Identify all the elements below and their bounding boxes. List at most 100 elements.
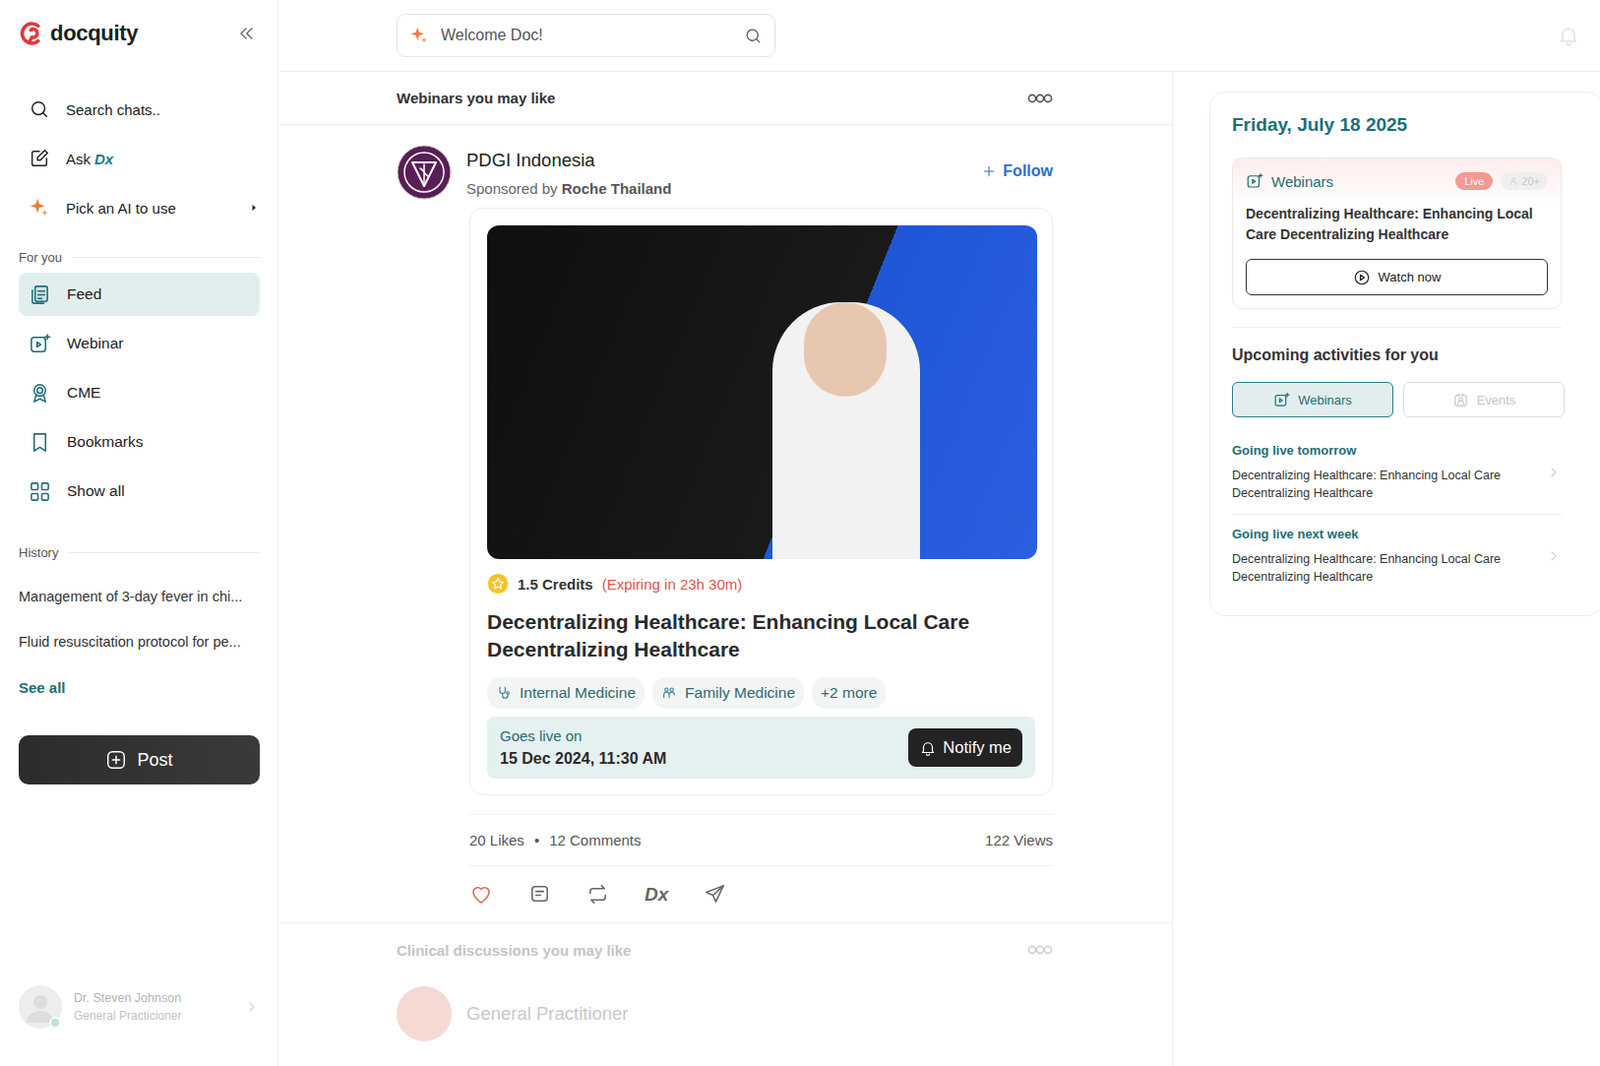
credit-star-icon — [487, 572, 509, 595]
live-webinar-title[interactable]: Decentralizing Healthcare: Enhancing Loc… — [1245, 203, 1548, 246]
specialty-tag[interactable]: Internal Medicine — [487, 676, 645, 709]
pdgi-avatar-icon — [396, 144, 452, 200]
upcoming-item-text: Going live tomorrowDecentralizing Health… — [1231, 442, 1546, 502]
attendee-count: 20+ — [1521, 175, 1540, 187]
ask-dx-action-button[interactable]: Dx — [644, 883, 669, 906]
history-item[interactable]: Management of 3-day fever in chi... — [18, 574, 260, 618]
sparkle-icon — [409, 25, 430, 46]
search-chats-button[interactable]: Search chats.. — [18, 84, 260, 134]
author-name[interactable]: General Practitioner — [466, 1002, 629, 1025]
notify-label: Notify me — [942, 738, 1012, 757]
upcoming-when: Going live next week — [1231, 526, 1546, 542]
divider-line — [67, 552, 260, 554]
sponsor-name: Roche Thailand — [561, 180, 673, 197]
tag-label: +2 more — [820, 683, 877, 702]
sidebar-item-label: Bookmarks — [66, 432, 144, 451]
pick-ai-button[interactable]: Pick an AI to use — [18, 183, 260, 233]
send-icon — [703, 882, 727, 906]
share-button[interactable] — [703, 882, 727, 906]
goes-live-info: Goes live on15 Dec 2024, 11:30 AM — [499, 727, 667, 768]
sidebar-item[interactable]: CME — [18, 370, 260, 415]
credits-expiry: (Expiring in 23h 30m) — [602, 575, 743, 593]
post-stats: 20 Likes•12 Comments122 Views — [469, 813, 1053, 866]
webinar-banner[interactable] — [487, 225, 1038, 559]
specialty-tag[interactable]: +2 more — [811, 676, 886, 709]
sidebar-item-label: CME — [66, 383, 101, 402]
author-name[interactable]: PDGI Indonesia — [466, 149, 967, 172]
edit-icon — [28, 147, 51, 170]
upcoming-item[interactable]: Going live next weekDecentralizing Healt… — [1231, 514, 1562, 598]
live-badge: Live — [1455, 172, 1493, 190]
sidebar-item[interactable]: Feed — [18, 272, 260, 316]
see-all-link[interactable]: See all — [18, 663, 260, 711]
activity-tab[interactable]: Events — [1403, 381, 1565, 418]
search-icon — [28, 98, 51, 121]
feed: Webinars you may like PDGI IndonesiaSpons… — [278, 71, 1173, 1066]
specialty-tag[interactable]: Family Medicine — [652, 676, 804, 709]
user-info: Dr. Steven Johnson General Practicioner — [73, 990, 233, 1023]
more-options-button[interactable] — [1027, 93, 1053, 104]
cme-award-icon — [28, 381, 52, 405]
sparkle-icon — [28, 196, 51, 219]
ask-dx-button[interactable]: AskDx — [18, 133, 260, 184]
webinar-title[interactable]: Decentralizing Healthcare: Enhancing Loc… — [487, 608, 1036, 664]
upcoming-item-text: Going live next weekDecentralizing Healt… — [1231, 526, 1546, 586]
follow-button[interactable]: Follow — [981, 162, 1053, 181]
like-button[interactable] — [469, 882, 493, 907]
notify-me-button[interactable]: Notify me — [908, 728, 1023, 767]
chevron-right-icon — [1545, 464, 1562, 481]
webinar-icon — [1245, 172, 1264, 190]
bell-icon — [919, 738, 937, 757]
plus-icon — [981, 163, 997, 180]
current-date: Friday, July 18 2025 — [1231, 114, 1600, 138]
comments-count[interactable]: 12 Comments — [549, 831, 641, 849]
sidebar-item[interactable]: Show all — [18, 469, 260, 513]
user-role: General Practicioner — [73, 1008, 233, 1023]
user-name: Dr. Steven Johnson — [73, 990, 233, 1005]
specialty-tags: Internal Medicine Family Medicine +2 more — [487, 676, 1036, 709]
stethoscope-icon — [495, 684, 512, 701]
watch-now-button[interactable]: Watch now — [1245, 258, 1548, 296]
goes-live-date: 15 Dec 2024, 11:30 AM — [499, 749, 667, 768]
webinar-post: PDGI IndonesiaSponsored by Roche Thailan… — [278, 124, 1172, 924]
comment-button[interactable] — [528, 882, 552, 906]
tag-label: Family Medicine — [684, 683, 796, 702]
chevron-right-icon — [1545, 548, 1562, 564]
post-author-info: PDGI IndonesiaSponsored by Roche Thailan… — [466, 144, 967, 197]
bell-icon — [1556, 23, 1581, 48]
user-avatar-icon — [18, 984, 62, 1029]
webinar-card: 1.5 Credits(Expiring in 23h 30m)Decentra… — [469, 207, 1053, 796]
notifications-button[interactable] — [1556, 23, 1581, 48]
activity-tab[interactable]: Webinars — [1231, 381, 1394, 418]
search-box[interactable] — [396, 13, 776, 58]
dx-action-label: Dx — [644, 883, 669, 906]
docquity-logo-icon — [18, 19, 47, 48]
likes-count[interactable]: 20 Likes — [469, 831, 525, 849]
watch-now-label: Watch now — [1378, 269, 1442, 285]
family-icon — [661, 684, 677, 701]
divider-line — [1231, 326, 1562, 328]
brand-logo[interactable]: docquity — [18, 19, 138, 48]
feed-section-header: Webinars you may like — [278, 71, 1172, 125]
user-profile[interactable]: Dr. Steven Johnson General Practicioner — [18, 984, 260, 1029]
post-button[interactable]: Post — [18, 735, 260, 785]
sidebar-item[interactable]: Webinar — [18, 321, 260, 366]
repost-button[interactable] — [586, 882, 610, 906]
upcoming-item[interactable]: Going live tomorrowDecentralizing Health… — [1231, 430, 1562, 515]
more-options-button[interactable] — [1027, 944, 1053, 955]
plus-square-icon — [105, 748, 127, 771]
chevron-right-icon — [244, 998, 260, 1015]
sidebar-nav: Feed Webinar CME Bookmarks Show all — [18, 272, 260, 513]
history-list: Management of 3-day fever in chi...Fluid… — [18, 574, 260, 664]
divider-line — [71, 256, 260, 258]
right-panel: Friday, July 18 2025 Webinars Live 20+ Decen… — [1172, 71, 1600, 1066]
search-input[interactable] — [438, 25, 735, 46]
brand-name: docquity — [50, 20, 138, 47]
main-area: Webinars you may like PDGI IndonesiaSpons… — [278, 0, 1600, 1066]
quick-actions: Search chats..AskDxPick an AI to use — [18, 84, 260, 233]
sidebar-item[interactable]: Bookmarks — [18, 420, 260, 464]
ask-label: Ask — [65, 150, 91, 168]
post-button-label: Post — [136, 749, 173, 771]
collapse-sidebar-button[interactable] — [236, 23, 256, 44]
history-item[interactable]: Fluid resuscitation protocol for pe... — [18, 619, 260, 664]
